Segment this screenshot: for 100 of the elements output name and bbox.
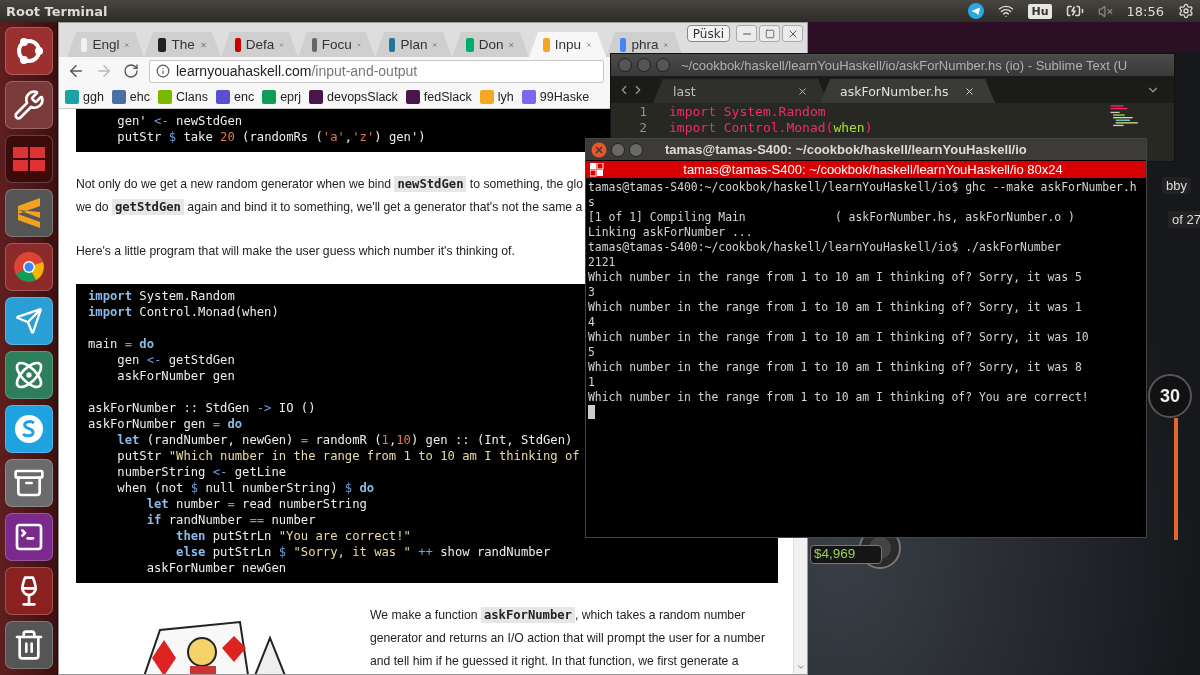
bookmark[interactable]: lyh (479, 89, 514, 104)
game-label: of 27 (1168, 211, 1200, 228)
bookmark[interactable]: enc (216, 89, 255, 104)
code-line: let number = read numberString (145, 496, 367, 512)
favicon-icon (262, 89, 277, 104)
bookmark[interactable]: eprj (262, 89, 301, 104)
cursor (588, 405, 595, 419)
back-icon[interactable] (67, 62, 85, 80)
favicon-icon (405, 89, 420, 104)
terminal-line: tamas@tamas-S400:~/cookbok/haskell/learnYouHaskell/io$ ./askForNumber (588, 240, 1063, 255)
browser-tab[interactable]: The (144, 32, 221, 57)
favicon-icon (111, 89, 126, 104)
maximize-button[interactable] (629, 142, 643, 157)
bookmark[interactable]: ehc (111, 89, 150, 104)
browser-logo-icon (11, 250, 46, 284)
launcher-item[interactable] (4, 513, 53, 561)
bookmark[interactable]: fedSlack (405, 89, 472, 104)
terminal-line: 2121 (588, 255, 617, 270)
code-line: import System.Random (669, 104, 827, 120)
code-line: askForNumber gen = do (88, 416, 243, 432)
terminal-line: 1 (588, 375, 596, 390)
maximize-icon (764, 28, 775, 39)
launcher-item[interactable] (4, 297, 53, 345)
editor-tab[interactable]: askForNumber.hs (820, 79, 995, 103)
browser-tab[interactable]: Inpu (529, 32, 606, 57)
launcher-item[interactable] (4, 189, 53, 237)
launcher-item[interactable] (4, 567, 53, 615)
code-line: let (randNumber, newGen) = randomR (1,10) gen :: (Int, StdGen) (116, 432, 573, 448)
paragraph: We make a function askForNumber , which takes a random number generator and returns an I/O action that will prompt the user for a number and tell him if he guessed it right. In that function, we first generate a (370, 606, 765, 670)
launcher-item[interactable] (4, 459, 53, 507)
info-icon[interactable] (156, 64, 170, 78)
favicon-icon (620, 37, 627, 52)
chat-logo-icon (12, 413, 45, 445)
favicon-icon (389, 37, 396, 52)
favicon-icon (312, 37, 317, 52)
terminal-line: Which number in the range from 1 to 10 am I thinking of? Sorry, it was 8 (588, 360, 1083, 375)
favicon-icon (158, 37, 167, 52)
code-line: putStr "Which number in the range from 1 to 10 am I thinking of (116, 448, 580, 464)
code-line: askForNumber gen (116, 368, 235, 384)
wifi-icon[interactable] (998, 3, 1015, 19)
launcher-item[interactable] (4, 405, 53, 453)
keyboard-layout[interactable]: Hu (1028, 3, 1052, 19)
launcher-item[interactable] (4, 27, 53, 75)
terminal-line: Which number in the range from 1 to 10 am I thinking of? Sorry, it was 5 (588, 270, 1083, 285)
paragraph: Here's a little program that will make the user guess which number it's thinking of. (76, 243, 515, 260)
address-field[interactable]: learnyouahaskell.com/input-and-output (149, 59, 604, 83)
close-button[interactable] (591, 141, 607, 158)
browser-tab[interactable]: Engl (67, 32, 144, 57)
bookmark[interactable]: 99Haske (521, 89, 590, 104)
favicon-icon (466, 37, 474, 52)
code-line: if randNumber == number (145, 512, 316, 528)
close-icon[interactable] (797, 85, 808, 97)
terminal-line: [1 of 1] Compiling Main ( askForNumber.hs, askForNumber.o ) (588, 210, 1076, 225)
paper-plane-icon[interactable] (968, 3, 985, 19)
settings-icon[interactable] (1178, 3, 1194, 19)
close-icon[interactable] (964, 85, 975, 97)
browser-tab[interactable]: Plan (375, 32, 452, 57)
code-line: import Control.Monad(when) (88, 304, 279, 320)
maximize-button[interactable] (759, 25, 780, 42)
bookmark[interactable]: ggh (65, 89, 104, 104)
browser-tab[interactable]: Don (452, 32, 529, 57)
launcher-item[interactable] (4, 81, 53, 129)
window-title: tamas@tamas-S400: ~/cookbok/haskell/learnYouHaskell/io (665, 142, 1027, 157)
minimize-button[interactable] (611, 142, 625, 157)
launcher-item[interactable] (4, 621, 53, 669)
browser-tab[interactable]: Focu (298, 32, 375, 57)
favicon-icon (216, 89, 230, 104)
close-button[interactable] (782, 25, 803, 42)
favicon-icon (543, 37, 550, 52)
game-label: bby (1162, 177, 1191, 194)
launcher-item[interactable] (4, 243, 53, 291)
clock[interactable]: 18:56 (1126, 3, 1164, 19)
terminal-line: 5 (588, 345, 596, 360)
favicon-icon (309, 89, 323, 104)
code-line: numberString <- getLine (116, 464, 287, 480)
terminal-line: 4 (588, 315, 596, 330)
terminal-app-icon (590, 162, 604, 177)
bookmark[interactable]: devopsSlack (309, 89, 398, 104)
code-line: import System.Random (88, 288, 235, 304)
volume-icon[interactable] (1097, 3, 1113, 19)
browser-tab[interactable]: Defa (221, 32, 298, 57)
favicon-icon (158, 89, 172, 104)
code-line: gen <- getStdGen (116, 352, 235, 368)
terminal-line: s (588, 195, 596, 210)
code-line: then putStrLn "You are correct!" (175, 528, 411, 544)
favicon-icon (479, 89, 494, 104)
bookmark[interactable]: Clans (158, 89, 208, 104)
terminal-line: Which number in the range from 1 to 10 am I thinking of? Sorry, it was 1 (588, 300, 1083, 315)
code-line: gen' <- newStdGen (116, 113, 243, 129)
code-line: main = do (88, 336, 155, 352)
favicon-icon (235, 37, 241, 52)
reload-icon[interactable] (123, 63, 139, 79)
terminal-tab[interactable]: tamas@tamas-S400: ~/cookbok/haskell/learnYouHaskell/io 80x24 (586, 161, 1146, 178)
code-line: putStr $ take 20 (randomRs ('a','z') gen') (116, 129, 426, 145)
terminal-line: tamas@tamas-S400:~/cookbok/haskell/learnYouHaskell/io$ ghc --make askForNumber.h (588, 180, 1138, 195)
launcher-item[interactable] (4, 351, 53, 399)
paper-plane-icon (14, 307, 43, 335)
line-number: 1 (638, 104, 647, 120)
profile-button[interactable]: Püski (686, 25, 730, 42)
drawer-icon (12, 467, 45, 499)
